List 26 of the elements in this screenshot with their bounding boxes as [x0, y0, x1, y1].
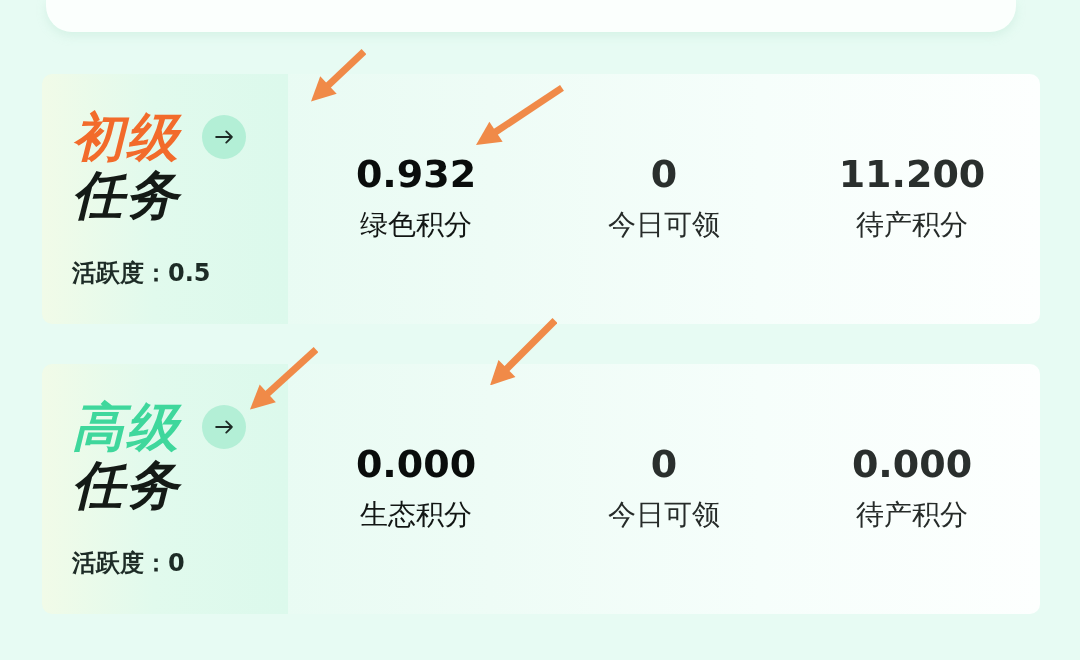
- stat-value: 0.932: [355, 152, 477, 196]
- stat-label: 今日可领: [608, 498, 720, 532]
- task-level-title: 初级: [72, 108, 180, 166]
- stat-value: 0.000: [851, 442, 973, 486]
- stat-value: 0: [650, 442, 678, 486]
- stat-label: 生态积分: [360, 498, 472, 532]
- annotation-arrow-icon: [250, 347, 319, 410]
- activity-text: 活跃度：0.5: [72, 258, 211, 288]
- stat-label: 今日可领: [608, 208, 720, 242]
- stat-label: 待产积分: [856, 498, 968, 532]
- stat-label: 绿色积分: [360, 208, 472, 242]
- annotation-arrow-icon: [311, 49, 367, 102]
- arrow-button[interactable]: [202, 405, 246, 449]
- task-title: 任务: [72, 456, 180, 514]
- activity-text: 活跃度：0: [72, 548, 185, 578]
- arrow-right-icon: [215, 420, 233, 434]
- stat-label: 待产积分: [856, 208, 968, 242]
- arrow-right-icon: [215, 130, 233, 144]
- stat-value: 0.000: [355, 442, 477, 486]
- annotation-arrow-icon: [490, 317, 558, 385]
- task-level-title: 高级: [72, 398, 180, 456]
- stat-value: 0: [650, 152, 678, 196]
- arrow-button[interactable]: [202, 115, 246, 159]
- annotation-arrow-icon: [476, 85, 564, 145]
- stat-value: 11.200: [838, 152, 986, 196]
- task-title: 任务: [72, 166, 180, 224]
